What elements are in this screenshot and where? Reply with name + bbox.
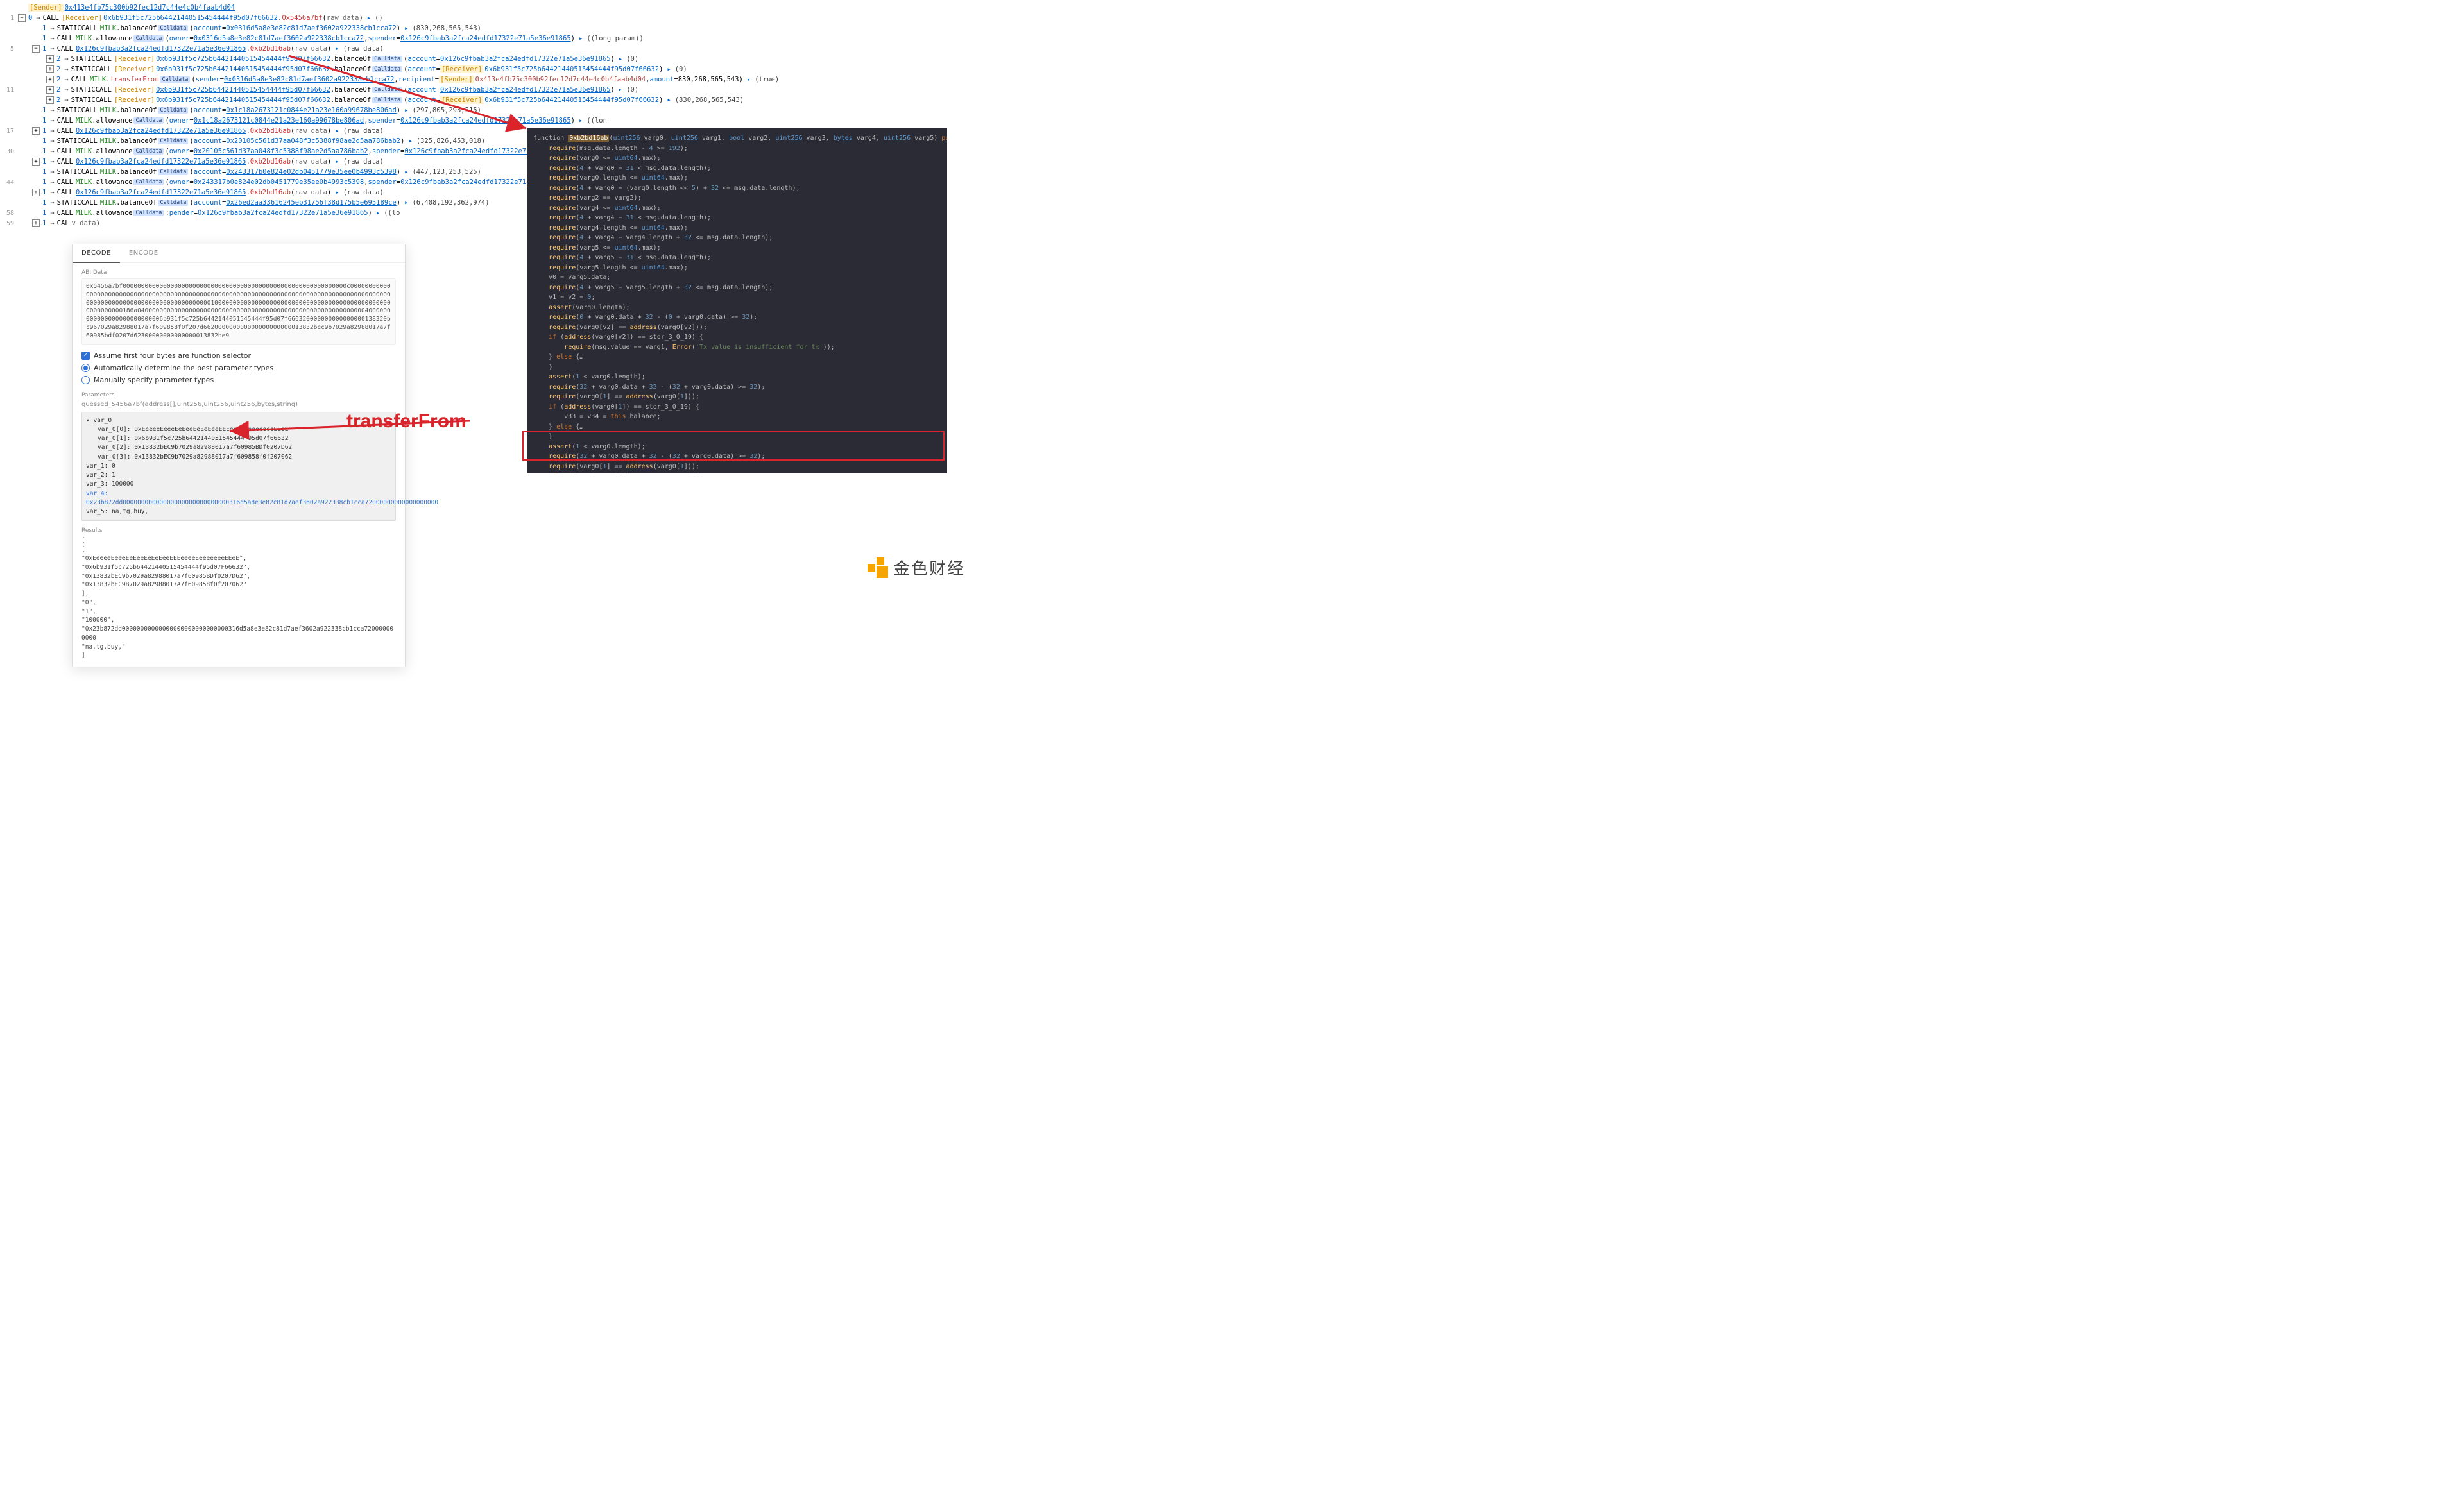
chevron-icon[interactable]: ▸ bbox=[579, 117, 583, 124]
radio-on-icon bbox=[81, 364, 90, 372]
trace-row[interactable]: +2→CALLMILK.transferFromCalldata(sender=… bbox=[0, 74, 973, 85]
chevron-icon[interactable]: ▸ bbox=[747, 76, 751, 83]
radio-auto[interactable]: Automatically determine the best paramet… bbox=[81, 364, 396, 372]
chevron-icon[interactable]: ▸ bbox=[404, 106, 408, 114]
chevron-icon[interactable]: ▸ bbox=[376, 209, 380, 217]
toggle-icon[interactable]: − bbox=[18, 14, 26, 22]
toggle-icon[interactable]: − bbox=[32, 45, 40, 53]
decompiled-code: function 0xb2bd16ab(uint256 varg0, uint2… bbox=[527, 128, 947, 473]
toggle-icon[interactable]: + bbox=[46, 65, 54, 73]
chevron-icon[interactable]: ▸ bbox=[404, 199, 408, 207]
checkbox-selector[interactable]: ✓ Assume first four bytes are function s… bbox=[81, 352, 396, 360]
abi-data-value[interactable]: 0x5456a7bf000000000000000000000000000000… bbox=[81, 278, 396, 345]
toggle-icon[interactable]: + bbox=[32, 189, 40, 196]
toggle-icon[interactable]: + bbox=[32, 127, 40, 135]
line-number: 59 bbox=[3, 220, 14, 227]
chevron-icon[interactable]: ▸ bbox=[408, 137, 412, 145]
radio-off-icon bbox=[81, 376, 90, 384]
line-number: 17 bbox=[3, 128, 14, 135]
trace-row[interactable]: 1→CALLMILK.allowanceCalldata(owner=0x031… bbox=[0, 33, 973, 44]
chevron-icon[interactable]: ▸ bbox=[619, 55, 622, 63]
trace-row[interactable]: +2→STATICCALL[Receiver]0x6b931f5c725b644… bbox=[0, 64, 973, 74]
decode-panel: DECODE ENCODE ABI Data 0x5456a7bf0000000… bbox=[72, 244, 406, 667]
chevron-icon[interactable]: ▸ bbox=[404, 168, 408, 176]
panel-tabs: DECODE ENCODE bbox=[73, 244, 405, 263]
toggle-icon[interactable]: + bbox=[46, 76, 54, 83]
trace-row[interactable]: 11+2→STATICCALL[Receiver]0x6b931f5c725b6… bbox=[0, 85, 973, 95]
trace-row[interactable]: 1−0→CALL[Receiver]0x6b931f5c725b64421440… bbox=[0, 13, 973, 23]
chevron-icon[interactable]: ▸ bbox=[619, 86, 622, 94]
watermark: 金色财经 bbox=[868, 556, 965, 579]
trace-row[interactable]: +2→STATICCALL[Receiver]0x6b931f5c725b644… bbox=[0, 95, 973, 105]
trace-row[interactable]: 1→STATICCALLMILK.balanceOfCalldata(accou… bbox=[0, 23, 973, 33]
toggle-icon[interactable]: + bbox=[32, 219, 40, 227]
results-label: Results bbox=[81, 527, 396, 534]
results-body: [ [ "0xEeeeeEeeeEeEeeEeEeEeeEEEeeeeEeeee… bbox=[81, 536, 396, 660]
toggle-icon[interactable]: + bbox=[32, 158, 40, 166]
chevron-icon[interactable]: ▸ bbox=[667, 65, 671, 73]
radio-manual[interactable]: Manually specify parameter types bbox=[81, 376, 396, 384]
tab-decode[interactable]: DECODE bbox=[73, 244, 120, 263]
logo-icon bbox=[868, 557, 888, 578]
line-number: 1 bbox=[3, 15, 14, 22]
abi-data-label: ABI Data bbox=[81, 269, 396, 276]
chevron-icon[interactable]: ▸ bbox=[335, 127, 339, 135]
chevron-icon[interactable]: ▸ bbox=[579, 35, 583, 42]
guessed-signature: guessed_5456a7bf(address[],uint256,uint2… bbox=[81, 401, 396, 408]
chevron-icon[interactable]: ▸ bbox=[367, 14, 371, 22]
line-number: 58 bbox=[3, 210, 14, 217]
line-number: 30 bbox=[3, 148, 14, 155]
check-icon: ✓ bbox=[81, 352, 90, 360]
toggle-icon[interactable]: + bbox=[46, 55, 54, 63]
line-number: 11 bbox=[3, 87, 14, 94]
transferfrom-label: transferFrom bbox=[346, 411, 466, 432]
line-number: 5 bbox=[3, 46, 14, 53]
parameters-label: Parameters bbox=[81, 392, 396, 398]
toggle-icon[interactable]: + bbox=[46, 86, 54, 94]
chevron-icon[interactable]: ▸ bbox=[667, 96, 671, 104]
chevron-icon[interactable]: ▸ bbox=[335, 189, 339, 196]
chevron-icon[interactable]: ▸ bbox=[404, 24, 408, 32]
toggle-icon[interactable]: + bbox=[46, 96, 54, 104]
trace-row[interactable]: 5−1→CALL0x126c9fbab3a2fca24edfd17322e71a… bbox=[0, 44, 973, 54]
chevron-icon[interactable]: ▸ bbox=[335, 45, 339, 53]
chevron-icon[interactable]: ▸ bbox=[335, 158, 339, 166]
trace-row[interactable]: 1→CALLMILK.allowanceCalldata(owner=0x1c1… bbox=[0, 115, 973, 126]
trace-row[interactable]: 1→STATICCALLMILK.balanceOfCalldata(accou… bbox=[0, 105, 973, 115]
tab-encode[interactable]: ENCODE bbox=[120, 244, 167, 262]
trace-row[interactable]: +2→STATICCALL[Receiver]0x6b931f5c725b644… bbox=[0, 54, 973, 64]
line-number: 44 bbox=[3, 179, 14, 186]
trace-row[interactable]: [Sender]0x413e4fb75c300b92fec12d7c44e4c0… bbox=[0, 3, 973, 13]
